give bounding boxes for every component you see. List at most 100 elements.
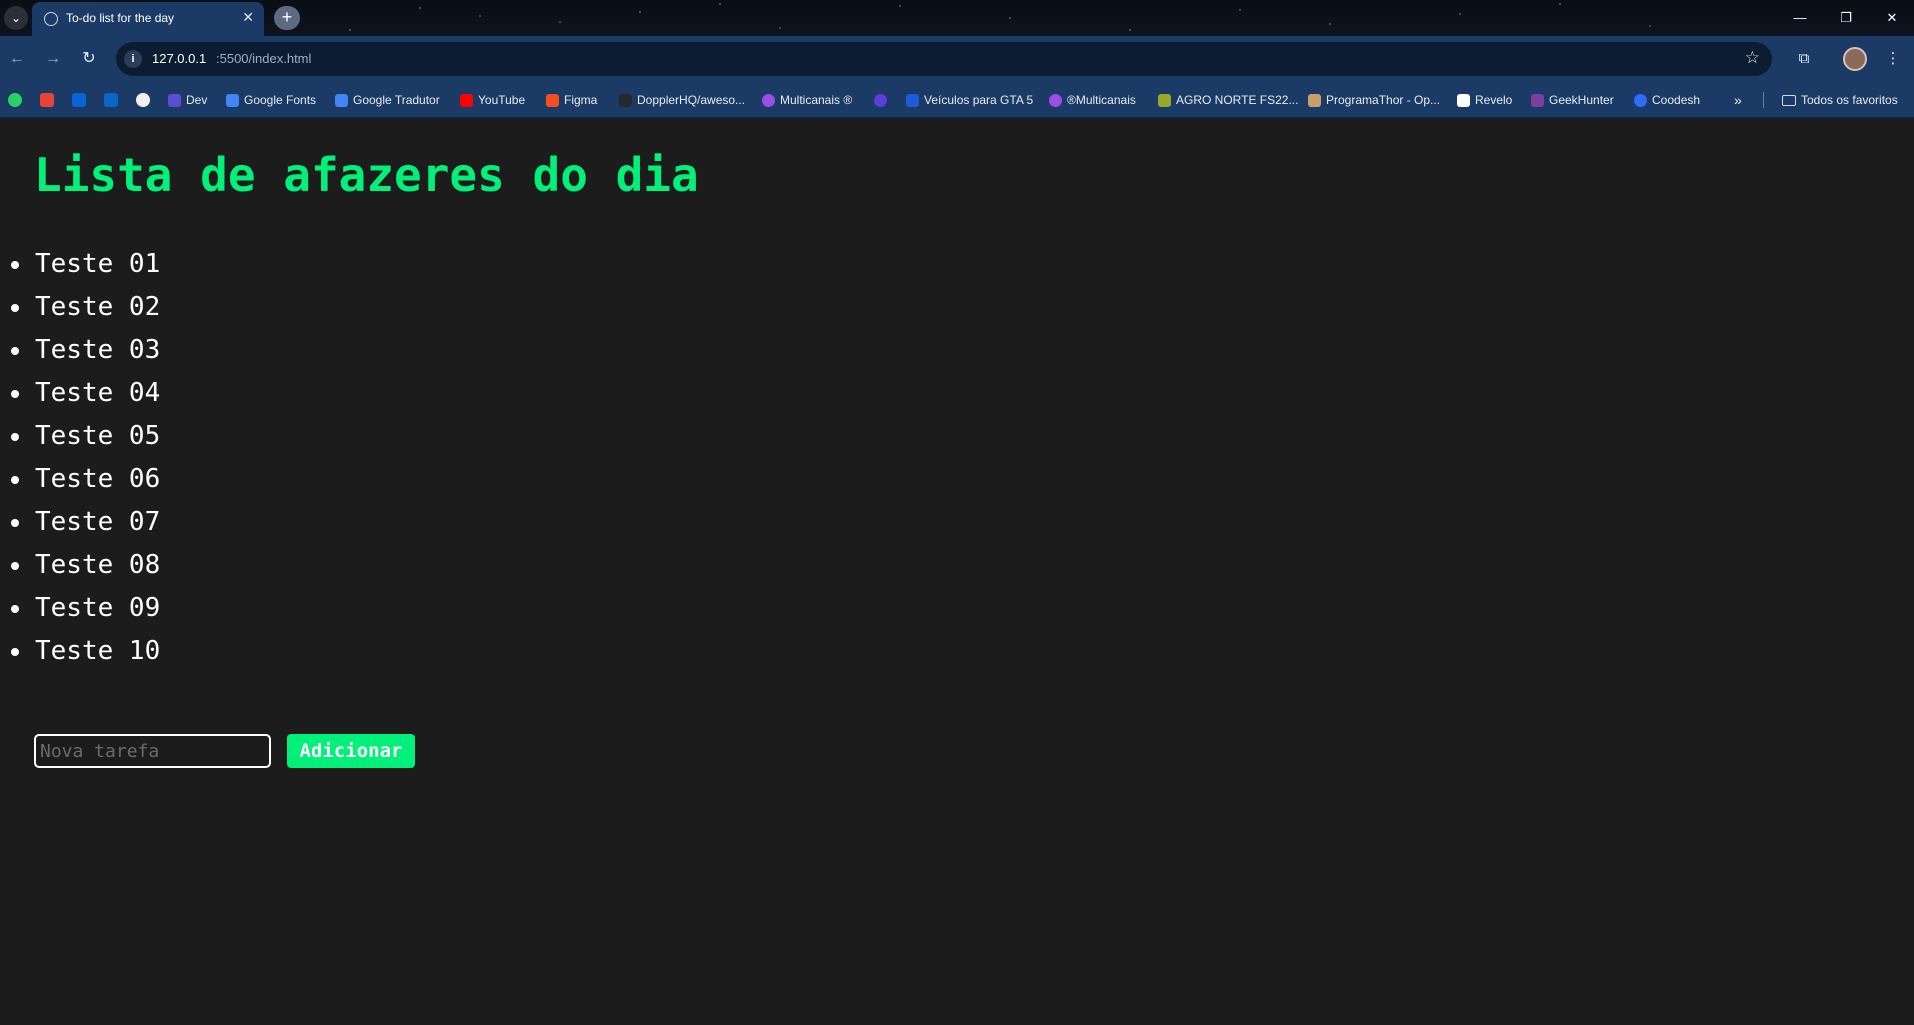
youtube-icon <box>460 93 473 107</box>
task-text: Teste 08 <box>35 550 161 580</box>
tab-strip: ⌄ To-do list for the day ✕ + — ❐ ✕ <box>0 0 1914 36</box>
new-task-input[interactable] <box>34 734 271 768</box>
bookmark-figma[interactable]: Figma <box>546 91 597 109</box>
bookmark-revelo[interactable]: Revelo <box>1457 91 1512 109</box>
bookmark-star-icon[interactable]: ☆ <box>1745 48 1760 68</box>
bookmark-multicanais-2[interactable]: ®Multicanais <box>1049 91 1136 109</box>
bookmark-label: Google Tradutor <box>353 93 440 107</box>
site-info-icon[interactable]: i <box>124 50 142 68</box>
github-repo-icon <box>619 93 632 107</box>
bullet-icon <box>11 390 19 398</box>
bookmark-label: AGRO NORTE FS22... <box>1176 93 1299 107</box>
bookmark-ie[interactable] <box>874 91 887 109</box>
browser-menu-icon[interactable]: ⋮ <box>1880 46 1906 72</box>
task-text: Teste 01 <box>35 249 161 279</box>
task-item: Teste 09 <box>0 587 160 630</box>
task-text: Teste 04 <box>35 378 161 408</box>
bookmark-multicanais[interactable]: Multicanais ® <box>762 91 852 109</box>
profile-avatar[interactable] <box>1843 47 1867 71</box>
bullet-icon <box>11 347 19 355</box>
bookmark-label: Dev <box>186 93 208 107</box>
multicanais-icon <box>1049 93 1062 107</box>
bullet-icon <box>11 562 19 570</box>
bookmark-dev[interactable]: Dev <box>168 91 207 109</box>
close-tab-icon[interactable]: ✕ <box>242 9 254 26</box>
bookmark-dopplerhq[interactable]: DopplerHQ/aweso... <box>619 91 745 109</box>
coodesh-icon <box>1634 93 1647 107</box>
revelo-icon <box>1457 93 1470 107</box>
task-text: Teste 06 <box>35 464 161 494</box>
page-title: Lista de afazeres do dia <box>34 148 699 202</box>
task-item: Teste 03 <box>0 329 160 372</box>
bookmark-veiculos-gta5[interactable]: Veículos para GTA 5 <box>906 91 1033 109</box>
address-bar[interactable]: i 127.0.0.1 :5500/index.html ☆ <box>116 42 1772 76</box>
task-item: Teste 05 <box>0 415 160 458</box>
ie-icon <box>874 93 887 107</box>
gmail-icon[interactable] <box>40 93 54 107</box>
bookmark-google-tradutor[interactable]: Google Tradutor <box>335 91 440 109</box>
google-translate-icon <box>335 93 348 107</box>
whatsapp-icon[interactable] <box>8 93 22 107</box>
active-tab[interactable]: To-do list for the day ✕ <box>32 2 264 36</box>
new-tab-button[interactable]: + <box>274 6 300 30</box>
task-item: Teste 04 <box>0 372 160 415</box>
bookmark-label: YouTube <box>478 93 526 107</box>
all-bookmarks-folder[interactable]: Todos os favoritos <box>1782 91 1898 109</box>
back-icon[interactable]: ← <box>4 46 30 72</box>
more-bookmarks-chevron-icon[interactable]: » <box>1734 91 1742 109</box>
bookmark-label: Figma <box>564 93 598 107</box>
forward-icon[interactable]: → <box>40 46 66 72</box>
bookmark-label: GeekHunter <box>1549 93 1614 107</box>
bullet-icon <box>11 261 19 269</box>
task-text: Teste 10 <box>35 636 161 666</box>
url-path: :5500/index.html <box>216 51 312 66</box>
task-item: Teste 08 <box>0 544 160 587</box>
bookmark-programathor[interactable]: ProgramaThor - Op... <box>1308 91 1440 109</box>
add-task-button[interactable]: Adicionar <box>287 734 415 768</box>
task-text: Teste 02 <box>35 292 161 322</box>
dev-icon <box>168 93 181 107</box>
tab-title: To-do list for the day <box>66 11 175 25</box>
bookmark-agro-norte[interactable]: AGRO NORTE FS22... <box>1158 91 1298 109</box>
page-content: Lista de afazeres do dia Teste 01 Teste 0… <box>0 118 1914 1025</box>
task-item: Teste 10 <box>0 630 160 673</box>
bullet-icon <box>11 605 19 613</box>
tab-search-button[interactable]: ⌄ <box>4 6 28 30</box>
gta-mods-icon <box>906 93 919 107</box>
geekhunter-icon <box>1531 93 1544 107</box>
bookmark-label: DopplerHQ/aweso... <box>637 93 746 107</box>
google-fonts-icon <box>226 93 239 107</box>
figma-icon <box>546 93 559 107</box>
bookmark-geekhunter[interactable]: GeekHunter <box>1531 91 1614 109</box>
bullet-icon <box>11 476 19 484</box>
task-text: Teste 09 <box>35 593 161 623</box>
outlook-icon[interactable] <box>72 93 86 107</box>
agro-norte-icon <box>1158 93 1171 107</box>
bookmark-youtube[interactable]: YouTube <box>460 91 525 109</box>
window-close-icon[interactable]: ✕ <box>1872 6 1912 30</box>
linkedin-icon[interactable] <box>104 93 118 107</box>
extensions-icon[interactable]: ⧉ <box>1791 46 1817 72</box>
bookmarks-bar: Dev Google Fonts Google Tradutor YouTube… <box>0 82 1914 118</box>
bookmark-label: Multicanais ® <box>780 93 853 107</box>
bullet-icon <box>11 648 19 656</box>
bookmark-label: Revelo <box>1475 93 1513 107</box>
task-text: Teste 07 <box>35 507 161 537</box>
bookmark-coodesh[interactable]: Coodesh <box>1634 91 1700 109</box>
bookmark-google-fonts[interactable]: Google Fonts <box>226 91 316 109</box>
task-item: Teste 06 <box>0 458 160 501</box>
bookmark-label: Coodesh <box>1652 93 1701 107</box>
globe-icon <box>44 12 58 26</box>
github-icon[interactable] <box>136 93 150 107</box>
bullet-icon <box>11 519 19 527</box>
bullet-icon <box>11 304 19 312</box>
restore-icon[interactable]: ❐ <box>1826 6 1866 30</box>
minimize-icon[interactable]: — <box>1780 6 1820 30</box>
browser-toolbar: ← → ↻ i 127.0.0.1 :5500/index.html ☆ ⧉ ⋮ <box>0 36 1914 82</box>
task-item: Teste 01 <box>0 243 160 286</box>
bookmark-label: ProgramaThor - Op... <box>1326 93 1441 107</box>
reload-icon[interactable]: ↻ <box>76 46 102 72</box>
hammer-icon <box>1308 93 1321 107</box>
multicanais-icon <box>762 93 775 107</box>
bookmark-label: Google Fonts <box>244 93 317 107</box>
